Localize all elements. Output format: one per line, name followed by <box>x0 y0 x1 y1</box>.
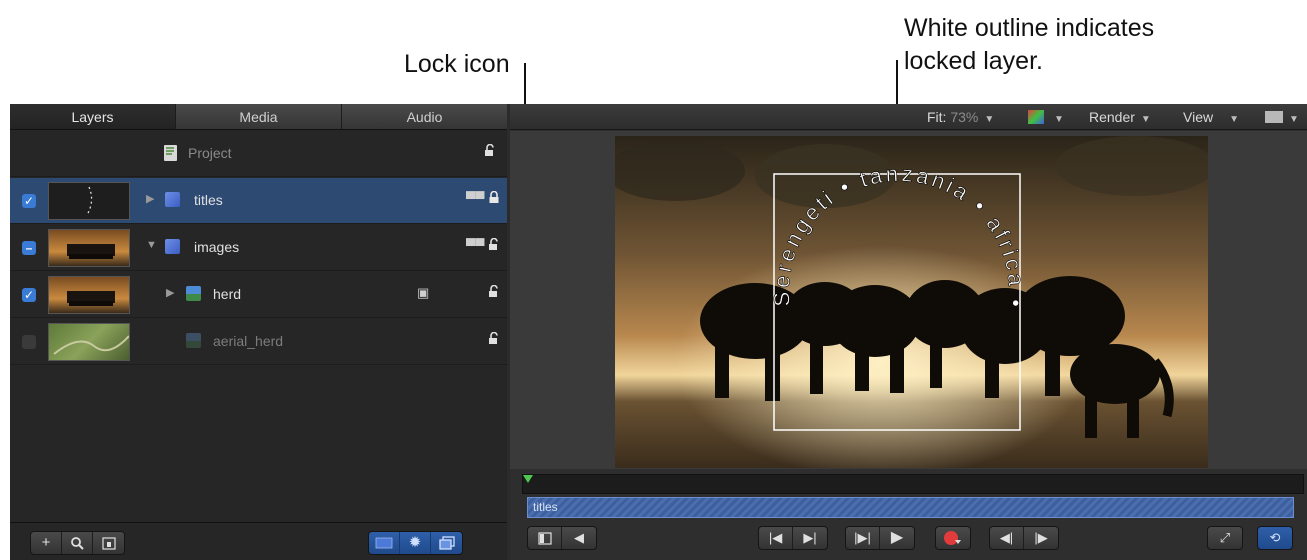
layer-row-images[interactable]: – ▼ images ▀▀ <box>10 225 507 271</box>
render-label: Render <box>1089 109 1135 125</box>
layer-thumbnail <box>48 323 130 361</box>
panel-tabs: Layers Media Audio <box>10 104 507 130</box>
previous-frame-icon[interactable]: ◀| <box>990 527 1024 549</box>
layer-visibility-checkbox[interactable]: – <box>22 241 36 255</box>
image-icon <box>186 286 201 301</box>
unlock-icon[interactable] <box>488 237 500 254</box>
tab-audio[interactable]: Audio <box>342 104 507 129</box>
track-label: titles <box>533 500 558 514</box>
canvas-panel: Fit: 73% ▼ ▼ Render ▼ View ▼ ▼ Serengeti… <box>510 104 1307 560</box>
fullscreen-icon[interactable]: ⤢ <box>1208 527 1242 549</box>
project-icon <box>164 145 177 161</box>
group-icon <box>165 192 180 207</box>
next-frame-icon[interactable]: |▶ <box>1024 527 1058 549</box>
go-to-end-icon[interactable]: ▶| <box>793 527 827 549</box>
layer-visibility-checkbox[interactable]: ✓ <box>22 194 36 208</box>
layout-menu[interactable]: ▼ <box>1265 109 1299 125</box>
layer-row-titles[interactable]: ✓ ▶ titles ▀▀ <box>10 178 507 224</box>
layers-bottom-toolbar: + ✹ <box>10 522 507 560</box>
lock-icon[interactable] <box>488 190 500 207</box>
chevron-down-icon: ▼ <box>1289 114 1299 125</box>
layer-thumbnail <box>48 182 130 220</box>
annotation-lock-icon: Lock icon <box>404 50 510 78</box>
go-to-start-icon[interactable]: |◀ <box>759 527 793 549</box>
group-icon <box>165 239 180 254</box>
unlock-icon[interactable] <box>488 331 500 348</box>
play-from-start-icon[interactable]: |▶| <box>846 527 880 549</box>
tab-layers[interactable]: Layers <box>10 104 176 129</box>
layer-visibility-checkbox[interactable]: ✓ <box>22 288 36 302</box>
unlock-icon[interactable] <box>484 143 496 160</box>
chevron-down-icon: ▼ <box>1054 114 1064 125</box>
record-icon[interactable] <box>936 527 970 549</box>
layers-actions-group: + <box>30 531 125 555</box>
play-icon[interactable]: ▶ <box>880 527 914 549</box>
view-toggles-group: ✹ <box>368 531 463 555</box>
layer-thumbnail <box>48 276 130 314</box>
mini-timeline-ruler[interactable] <box>522 474 1304 494</box>
fit-zoom-menu[interactable]: Fit: 73% ▼ <box>927 109 994 125</box>
layer-name[interactable]: herd <box>213 286 241 302</box>
image-icon <box>186 333 201 348</box>
view-label: View <box>1183 109 1214 125</box>
playhead-icon[interactable] <box>523 475 533 483</box>
toggle-panel-button-group: ◀ <box>527 526 597 550</box>
annotation-outline-line2: locked layer. <box>904 47 1043 75</box>
fullscreen-group: ⤢ <box>1207 526 1243 550</box>
canvas-toolbar: Fit: 73% ▼ ▼ Render ▼ View ▼ ▼ <box>510 104 1307 130</box>
layer-row-herd[interactable]: ✓ ▶ herd ▣ <box>10 272 507 318</box>
thumbnail-toggle-icon[interactable] <box>369 532 400 554</box>
chevron-down-icon: ▼ <box>1229 114 1239 125</box>
filter-icon[interactable]: ▣ <box>417 285 429 301</box>
group-options-icon[interactable]: ▀▀ <box>466 238 484 253</box>
record-group <box>935 526 971 550</box>
speaker-icon[interactable]: ◀ <box>562 527 596 549</box>
add-icon[interactable]: + <box>31 532 62 554</box>
layer-thumbnail <box>48 229 130 267</box>
window-layout-icon <box>1265 111 1283 123</box>
search-icon[interactable] <box>62 532 93 554</box>
disclosure-triangle-icon[interactable]: ▶ <box>146 192 154 205</box>
unlock-icon[interactable] <box>488 284 500 301</box>
panel-toggle-icon[interactable] <box>528 527 562 549</box>
group-options-icon[interactable]: ▀▀ <box>466 191 484 206</box>
tab-media[interactable]: Media <box>176 104 342 129</box>
motion-app-window: Layers Media Audio Project ✓ ▶ titles ▀▀ <box>10 104 1307 560</box>
layer-name[interactable]: images <box>194 239 239 255</box>
layer-visibility-checkbox[interactable] <box>22 335 36 349</box>
layer-row-aerial-herd[interactable]: aerial_herd <box>10 319 507 365</box>
fit-value: 73% <box>950 109 979 125</box>
layers-toggle-icon[interactable] <box>431 532 462 554</box>
view-menu[interactable]: View ▼ <box>1183 109 1239 125</box>
loop-icon[interactable]: ⟲ <box>1258 527 1292 549</box>
layer-name[interactable]: titles <box>194 192 223 208</box>
transport-group-1: |◀ ▶| <box>758 526 828 550</box>
frame-step-group: ◀| |▶ <box>989 526 1059 550</box>
loop-group: ⟲ <box>1257 526 1293 550</box>
timeline-track-titles[interactable]: titles <box>527 497 1294 518</box>
project-row[interactable]: Project <box>10 131 507 177</box>
layers-panel: Layers Media Audio Project ✓ ▶ titles ▀▀ <box>10 104 507 560</box>
chevron-down-icon: ▼ <box>1140 114 1151 125</box>
panel-icon[interactable] <box>93 532 124 554</box>
color-channel-menu[interactable]: ▼ <box>1028 109 1064 125</box>
disclosure-triangle-icon[interactable]: ▶ <box>166 286 174 299</box>
render-menu[interactable]: Render ▼ <box>1089 109 1151 125</box>
color-channels-icon <box>1028 110 1044 124</box>
canvas-image[interactable]: Serengeti • tanzania • africa • <box>615 136 1208 468</box>
chevron-down-icon: ▼ <box>984 114 995 125</box>
project-name: Project <box>188 145 232 161</box>
gear-icon[interactable]: ✹ <box>400 532 431 554</box>
fit-label: Fit: <box>927 109 947 125</box>
layer-name[interactable]: aerial_herd <box>213 333 283 349</box>
disclosure-triangle-icon[interactable]: ▼ <box>146 239 157 251</box>
transport-group-2: |▶| ▶ <box>845 526 915 550</box>
annotation-outline-line1: White outline indicates <box>904 14 1155 42</box>
